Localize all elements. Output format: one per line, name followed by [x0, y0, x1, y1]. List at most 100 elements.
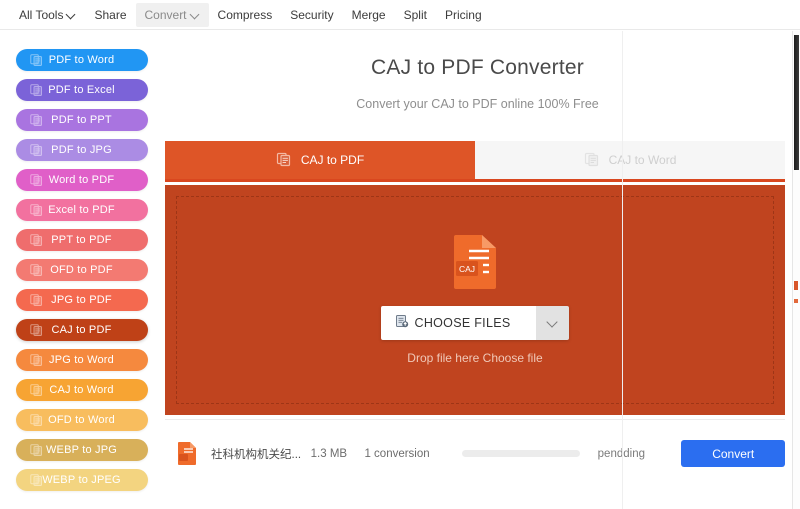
- main-content: CAJ to PDF Converter Convert your CAJ to…: [163, 31, 792, 509]
- page-title: CAJ to PDF Converter: [371, 56, 584, 79]
- sidebar-item-label: JPG to Word: [49, 354, 114, 366]
- sidebar-item-jpg-to-pdf[interactable]: JPG to PDF: [15, 289, 148, 311]
- sidebar-item-label: Word to PDF: [48, 174, 115, 186]
- nav-item-split[interactable]: Split: [395, 3, 436, 27]
- documents-icon: [29, 84, 43, 97]
- documents-icon: [29, 144, 43, 157]
- file-name: 社科机构机关纪...: [211, 448, 302, 461]
- nav-item-label: Pricing: [444, 7, 482, 22]
- sidebar-item-label: WEBP to JPEG: [42, 474, 121, 486]
- sidebar-item-pdf-to-jpg[interactable]: PDF to JPG: [15, 139, 148, 161]
- nav-item-label: Split: [403, 7, 427, 22]
- sidebar-item-ppt-to-pdf[interactable]: PPT to PDF: [15, 229, 148, 251]
- chevron-down-icon: [191, 10, 200, 19]
- dropzone-hint-text: Drop file here Choose file: [407, 350, 543, 365]
- documents-icon: [29, 414, 43, 427]
- conversion-tabs: CAJ to PDF CAJ to Word: [165, 141, 785, 182]
- page-subtitle: Convert your CAJ to PDF online 100% Free: [356, 97, 599, 111]
- sidebar-item-pdf-to-ppt[interactable]: PDF to PPT: [15, 109, 148, 131]
- choose-files-control: CHOOSE FILES: [380, 305, 570, 340]
- right-panel-dark-block: [794, 35, 799, 170]
- tab-caj-to-pdf[interactable]: CAJ to PDF: [165, 141, 475, 179]
- nav-item-label: Compress: [217, 7, 273, 22]
- sidebar-item-pdf-to-word[interactable]: PDF to Word: [15, 49, 148, 71]
- file-status: pendding: [598, 448, 664, 460]
- sidebar-item-label: OFD to PDF: [50, 264, 113, 276]
- documents-icon: [29, 234, 43, 247]
- documents-icon: [29, 294, 43, 307]
- tab-label: CAJ to PDF: [300, 153, 365, 167]
- sidebar-item-label: WEBP to JPG: [45, 444, 118, 456]
- sidebar-item-label: PDF to Word: [48, 54, 115, 66]
- nav-item-all-tools[interactable]: All Tools: [10, 3, 85, 27]
- documents-icon: [29, 474, 43, 487]
- sidebar-item-caj-to-word[interactable]: CAJ to Word: [15, 379, 148, 401]
- content-right-divider: [622, 31, 623, 509]
- choose-files-dropdown-toggle[interactable]: [536, 305, 570, 340]
- choose-files-button[interactable]: CHOOSE FILES: [380, 305, 537, 340]
- nav-item-label: Merge: [351, 7, 386, 22]
- chevron-down-icon: [548, 318, 557, 327]
- sidebar-item-label: CAJ to PDF: [51, 324, 112, 336]
- documents-icon: [29, 324, 43, 337]
- top-navigation-bar: All Tools Share Convert Compress Security Mer…: [0, 0, 800, 30]
- caj-file-icon: CAJ: [452, 232, 498, 290]
- sidebar-item-pdf-to-excel[interactable]: PDF to Excel: [15, 79, 148, 101]
- documents-icon: [29, 114, 43, 127]
- upload-file-icon: [395, 314, 409, 331]
- file-progress-bar: [462, 450, 580, 457]
- file-list-row: 社科机构机关纪... 1.3 MB 1 conversion pendding …: [165, 419, 786, 487]
- file-size: 1.3 MB: [310, 447, 348, 460]
- tab-label: CAJ to Word: [608, 153, 677, 167]
- sidebar-item-label: PDF to JPG: [51, 144, 112, 156]
- nav-item-label: Share: [94, 7, 127, 22]
- tool-sidebar: PDF to Word PDF to Excel PDF to PPT PDF to …: [0, 31, 163, 509]
- documents-icon: [29, 54, 43, 67]
- sidebar-item-ofd-to-word[interactable]: OFD to Word: [15, 409, 148, 431]
- nav-item-compress[interactable]: Compress: [209, 3, 282, 27]
- sidebar-item-excel-to-pdf[interactable]: Excel to PDF: [15, 199, 148, 221]
- sidebar-item-word-to-pdf[interactable]: Word to PDF: [15, 169, 148, 191]
- nav-item-label: Security: [290, 7, 334, 22]
- sidebar-item-label: Excel to PDF: [48, 204, 115, 216]
- tab-caj-to-word[interactable]: CAJ to Word: [475, 141, 785, 179]
- documents-icon: [29, 354, 43, 367]
- file-dropzone[interactable]: CAJ CHOOSE FILES Drop file here Choose f…: [165, 185, 785, 415]
- sidebar-item-label: PDF to Excel: [48, 84, 115, 96]
- documents-icon: [584, 151, 600, 170]
- documents-icon: [29, 384, 43, 397]
- sidebar-item-jpg-to-word[interactable]: JPG to Word: [15, 349, 148, 371]
- nav-item-convert[interactable]: Convert: [135, 2, 209, 27]
- sidebar-item-caj-to-pdf[interactable]: CAJ to PDF: [15, 319, 148, 341]
- documents-icon: [29, 444, 43, 457]
- file-conversion-count: 1 conversion: [364, 447, 430, 460]
- sidebar-item-webp-to-jpeg[interactable]: WEBP to JPEG: [15, 469, 148, 491]
- sidebar-item-label: OFD to Word: [48, 414, 115, 426]
- sidebar-item-ofd-to-pdf[interactable]: OFD to PDF: [15, 259, 148, 281]
- nav-item-pricing[interactable]: Pricing: [436, 3, 491, 27]
- nav-item-share[interactable]: Share: [85, 3, 135, 27]
- sidebar-item-label: PPT to PDF: [51, 234, 112, 246]
- caj-file-row-icon: [177, 441, 197, 466]
- nav-item-label: Convert: [144, 7, 187, 22]
- dropzone-content: CAJ CHOOSE FILES Drop file here Choose f…: [380, 232, 570, 365]
- convert-button[interactable]: Convert: [681, 440, 786, 467]
- sidebar-item-label: JPG to PDF: [51, 294, 112, 306]
- chevron-down-icon: [67, 10, 76, 19]
- sidebar-item-label: CAJ to Word: [49, 384, 114, 396]
- page-root: All Tools Share Convert Compress Security Mer…: [0, 0, 800, 509]
- nav-item-label: All Tools: [19, 7, 64, 22]
- caj-badge-text: CAJ: [459, 264, 475, 274]
- documents-icon: [29, 174, 43, 187]
- choose-files-label: CHOOSE FILES: [414, 315, 511, 330]
- sidebar-item-webp-to-jpg[interactable]: WEBP to JPG: [15, 439, 148, 461]
- nav-item-security[interactable]: Security: [281, 3, 342, 27]
- nav-item-merge[interactable]: Merge: [343, 3, 395, 27]
- right-panel-marker: [794, 299, 798, 303]
- sidebar-item-label: PDF to PPT: [51, 114, 112, 126]
- right-edge-panel: [792, 31, 800, 509]
- documents-icon: [29, 264, 43, 277]
- documents-icon: [29, 204, 43, 217]
- right-panel-marker: [794, 281, 798, 290]
- documents-icon: [276, 151, 292, 170]
